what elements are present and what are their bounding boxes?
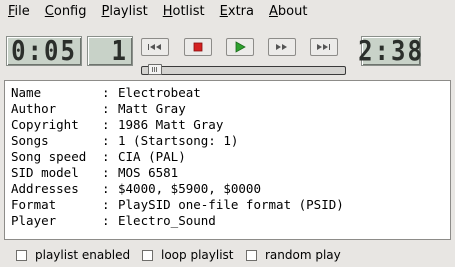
total-time: 2:38	[358, 34, 424, 68]
playlist-enabled-checkbox[interactable]: playlist enabled	[16, 248, 130, 262]
info-label: Author	[11, 101, 57, 116]
next-song-button[interactable]	[310, 38, 338, 56]
random-play-checkbox[interactable]: random play	[246, 248, 341, 262]
info-separator: :	[102, 117, 110, 132]
elapsed-time-display: 0:05	[6, 34, 82, 68]
playback-options: playlist enabled loop playlist random pl…	[0, 244, 455, 266]
info-value: PlaySID one-file format (PSID)	[118, 197, 344, 212]
menu-hotlist[interactable]: Hotlist	[155, 0, 212, 24]
skip-back-icon	[148, 44, 161, 50]
info-value: MOS 6581	[118, 165, 179, 180]
checkbox-box[interactable]	[246, 249, 257, 261]
song-info-panel: Name: Electrobeat Author: Matt Gray Copyri…	[4, 80, 451, 240]
info-label: Copyright	[11, 117, 79, 132]
info-label: SID model	[11, 165, 79, 180]
info-separator: :	[102, 85, 110, 100]
info-row-song-speed: Song speed: CIA (PAL)	[11, 149, 450, 165]
prev-song-button[interactable]	[141, 38, 169, 56]
info-row-sid-model: SID model: MOS 6581	[11, 165, 450, 181]
song-number-display: 1	[87, 34, 133, 68]
info-separator: :	[102, 165, 110, 180]
info-row-format: Format: PlaySID one-file format (PSID)	[11, 197, 450, 213]
play-button[interactable]	[226, 38, 254, 56]
info-row-songs: Songs:1 (Startsong: 1)	[11, 133, 450, 149]
stop-icon	[193, 42, 203, 52]
info-separator: :	[102, 149, 110, 164]
menu-bar: File Config Playlist Hotlist Extra About	[0, 0, 455, 24]
forward-button[interactable]	[268, 38, 296, 56]
checkbox-label: playlist enabled	[35, 248, 131, 262]
skip-forward-icon	[317, 44, 330, 50]
checkbox-box[interactable]	[142, 249, 153, 261]
info-separator: :	[102, 213, 110, 228]
info-value: 1 (Startsong: 1)	[118, 133, 239, 148]
info-separator: :	[102, 133, 110, 148]
menu-config[interactable]: Config	[37, 0, 94, 24]
fast-forward-icon	[276, 44, 287, 50]
info-label: Player	[11, 213, 57, 228]
play-icon	[235, 41, 246, 53]
song-number: 1	[111, 34, 128, 68]
info-separator: :	[102, 181, 110, 196]
info-value: Matt Gray	[118, 101, 186, 116]
info-separator: :	[102, 197, 110, 212]
checkbox-label: random play	[265, 248, 341, 262]
position-slider-handle[interactable]	[147, 64, 162, 75]
info-row-name: Name: Electrobeat	[11, 85, 450, 101]
info-value: Electro_Sound	[118, 213, 216, 228]
info-value: $4000, $5900, $0000	[118, 181, 261, 196]
info-value: CIA (PAL)	[118, 149, 186, 164]
position-slider[interactable]	[141, 66, 346, 75]
info-value: 1986 Matt Gray	[118, 117, 224, 132]
info-label: Songs	[11, 133, 49, 148]
info-label: Name	[11, 85, 42, 100]
info-label: Format	[11, 197, 57, 212]
loop-playlist-checkbox[interactable]: loop playlist	[142, 248, 233, 262]
info-value: Electrobeat	[118, 85, 201, 100]
menu-extra[interactable]: Extra	[212, 0, 261, 24]
info-separator: :	[102, 101, 110, 116]
total-time-display: 2:38	[358, 34, 424, 68]
info-row-addresses: Addresses: $4000, $5900, $0000	[11, 181, 450, 197]
menu-file[interactable]: File	[0, 0, 37, 24]
checkbox-label: loop playlist	[161, 248, 234, 262]
info-row-author: Author: Matt Gray	[11, 101, 450, 117]
menu-playlist[interactable]: Playlist	[94, 0, 155, 24]
info-row-copyright: Copyright:1986 Matt Gray	[11, 117, 450, 133]
elapsed-time: 0:05	[11, 34, 77, 68]
info-label: Song speed	[11, 149, 87, 164]
checkbox-box[interactable]	[16, 249, 27, 261]
info-row-player: Player: Electro_Sound	[11, 213, 450, 229]
menu-about[interactable]: About	[261, 0, 314, 24]
info-label: Addresses	[11, 181, 79, 196]
stop-button[interactable]	[184, 38, 212, 56]
